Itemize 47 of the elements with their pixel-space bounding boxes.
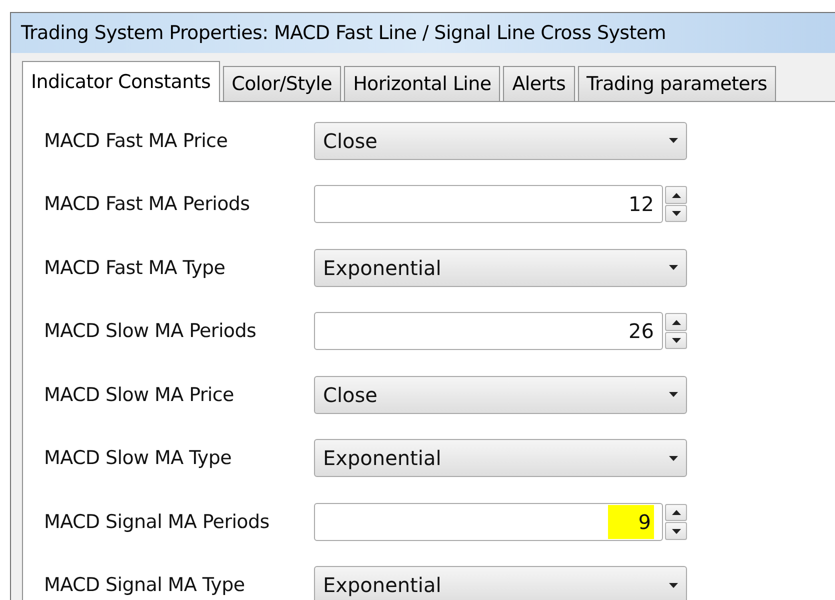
caret-up-icon [672, 192, 680, 198]
field-label: MACD Slow MA Type [44, 446, 233, 471]
spin-up-button[interactable] [665, 313, 687, 331]
field-label: MACD Signal MA Type [44, 573, 246, 598]
spin-down-button[interactable] [665, 332, 687, 350]
caret-down-icon [672, 528, 680, 534]
caret-down-icon [672, 338, 680, 343]
number-field[interactable]: 12 [314, 185, 663, 224]
field-label: MACD Signal MA Periods [44, 510, 270, 534]
dropdown-arrow-icon [669, 138, 678, 144]
dropdown-value: Exponential [323, 445, 442, 472]
dropdown-arrow-icon [669, 582, 678, 588]
dropdown[interactable]: Exponential [314, 248, 687, 287]
dropdown[interactable]: Exponential [314, 439, 687, 478]
dropdown[interactable]: Close [314, 122, 687, 160]
field-label: MACD Slow MA Price [44, 382, 235, 408]
dropdown-arrow-icon [669, 265, 678, 270]
dropdown-arrow-icon [669, 392, 678, 398]
field-label: MACD Fast MA Type [44, 256, 226, 280]
tab[interactable]: Alerts [503, 66, 575, 101]
window-title: Trading System Properties: MACD Fast Line / Signal Line Cross System [21, 20, 666, 46]
caret-up-icon [672, 320, 680, 324]
dropdown-arrow-icon [669, 456, 678, 461]
tab[interactable]: Indicator Constants [22, 61, 220, 102]
tab[interactable]: Color/Style [222, 66, 342, 101]
number-value: 9 [608, 504, 654, 539]
tab[interactable]: Trading parameters [578, 66, 776, 101]
dropdown-value: Close [323, 128, 378, 155]
spin-down-button[interactable] [665, 204, 687, 222]
dropdown-value: Close [323, 382, 378, 409]
caret-down-icon [672, 211, 680, 216]
spin-down-button[interactable] [665, 522, 687, 540]
number-value: 12 [628, 191, 654, 218]
number-field[interactable]: 26 [314, 312, 663, 350]
caret-up-icon [672, 510, 680, 515]
dropdown[interactable]: Exponential [314, 566, 687, 600]
number-value: 26 [628, 318, 654, 346]
field-label: MACD Fast MA Price [44, 128, 229, 154]
dropdown-value: Exponential [323, 254, 442, 282]
field-label: MACD Slow MA Periods [44, 319, 258, 344]
number-field[interactable]: 9 [314, 502, 663, 541]
dropdown-value: Exponential [323, 572, 442, 600]
spin-up-button[interactable] [665, 186, 687, 204]
field-label: MACD Fast MA Periods [44, 192, 251, 217]
dropdown[interactable]: Close [314, 376, 687, 414]
tab[interactable]: Horizontal Line [344, 66, 500, 101]
spin-up-button[interactable] [665, 504, 687, 522]
